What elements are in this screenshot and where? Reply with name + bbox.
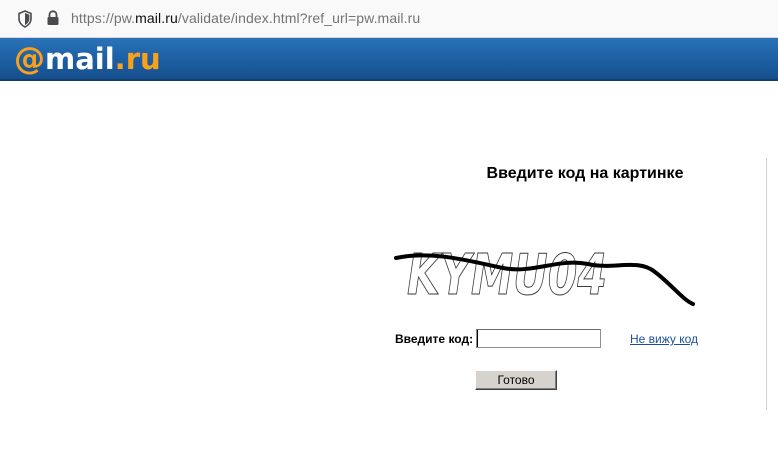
logo-at: @ bbox=[14, 41, 45, 77]
lock-icon[interactable] bbox=[46, 10, 60, 26]
logo-dot: . bbox=[114, 42, 126, 76]
shield-icon[interactable] bbox=[17, 10, 33, 28]
logo-ru: ru bbox=[125, 42, 161, 76]
page-title: Введите код на картинке bbox=[486, 165, 684, 182]
cant-see-code-link[interactable]: Не вижу код bbox=[630, 332, 698, 346]
url-prefix: https://pw. bbox=[71, 10, 136, 26]
code-label: Введите код: bbox=[395, 332, 474, 346]
mailru-logo[interactable]: @ mail. ru bbox=[14, 43, 161, 75]
captcha-image: KYMU04 bbox=[394, 243, 695, 308]
code-input[interactable] bbox=[476, 329, 601, 348]
address-url[interactable]: https://pw.mail.ru/validate/index.html?r… bbox=[71, 10, 420, 26]
captcha-text: KYMU04 bbox=[407, 243, 607, 308]
submit-button[interactable]: Готово bbox=[475, 370, 557, 390]
browser-address-bar[interactable]: https://pw.mail.ru/validate/index.html?r… bbox=[0, 0, 778, 38]
logo-word: mail bbox=[45, 42, 115, 76]
content-divider bbox=[766, 158, 767, 410]
url-suffix: /validate/index.html?ref_url=pw.mail.ru bbox=[177, 10, 421, 26]
site-header: @ mail. ru bbox=[0, 38, 778, 81]
url-domain: mail.ru bbox=[135, 10, 178, 26]
